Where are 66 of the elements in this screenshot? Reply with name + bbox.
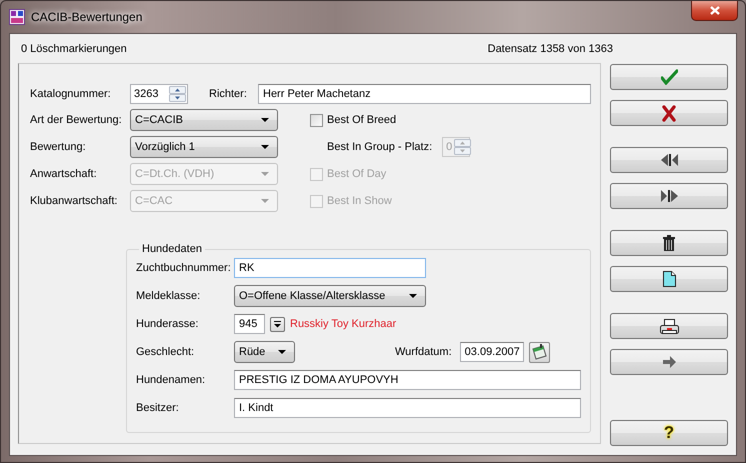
text-field[interactable]: Herr Peter Machetanz: [258, 84, 591, 104]
field-label: Zuchtbuchnummer:: [136, 262, 232, 274]
field-label: Hundenamen:: [136, 374, 206, 386]
field-label: Bewertung:: [30, 141, 87, 153]
caret-icon: [278, 350, 286, 354]
checkbox-label: Best Of Breed: [327, 114, 396, 126]
number-spinner[interactable]: 3263: [130, 84, 188, 104]
window-title: CACIB-Bewertungen: [31, 10, 142, 24]
printer-icon: [660, 318, 678, 334]
cross-icon: [661, 104, 677, 122]
caret-icon: [261, 145, 269, 149]
field-label: Richter:: [209, 88, 248, 100]
last-button[interactable]: [610, 183, 728, 209]
text-field[interactable]: PRESTIG IZ DOMA AYUPOVYH: [234, 370, 581, 390]
status-text: 0 Löschmarkierungen: [21, 42, 127, 54]
record-counter: Datensatz 1358 von 1363: [488, 42, 613, 54]
new-button[interactable]: [610, 266, 728, 292]
close-button[interactable]: [691, 1, 738, 21]
app-icon: [9, 9, 25, 25]
dropdown[interactable]: C=CACIB: [130, 109, 278, 131]
dropdown[interactable]: O=Offene Klasse/Altersklasse: [234, 285, 426, 307]
calendar-icon: [531, 344, 548, 360]
document-icon: [662, 271, 676, 287]
group-title: Hundedaten: [141, 243, 203, 255]
exit-button[interactable]: [610, 349, 728, 375]
caret-icon: [274, 320, 281, 328]
breed-name: Russkiy Toy Kurzhaar: [290, 318, 396, 330]
check-icon: [660, 69, 678, 85]
spin-arrows-icon: [169, 86, 186, 102]
caret-icon: [261, 199, 269, 203]
calendar-button[interactable]: [528, 342, 550, 362]
first-record-icon: [660, 153, 678, 167]
trash-icon: [662, 235, 676, 251]
save-button[interactable]: [610, 64, 728, 90]
delete-button[interactable]: [610, 230, 728, 256]
spin-arrows-icon: [454, 139, 472, 155]
checkbox-label: Best In Show: [327, 195, 392, 207]
close-icon: [710, 6, 720, 15]
caret-icon: [409, 294, 417, 298]
caret-icon: [261, 118, 269, 122]
field-label: Geschlecht:: [136, 346, 196, 358]
text-field[interactable]: 945: [234, 314, 265, 334]
text-field[interactable]: I. Kindt: [234, 398, 581, 418]
first-button[interactable]: [610, 147, 728, 173]
field-label: Katalognummer:: [30, 88, 112, 100]
field-label: Art der Bewertung:: [30, 114, 123, 126]
dropdown[interactable]: Rüde: [234, 341, 295, 363]
dropdown-button[interactable]: [270, 316, 285, 332]
help-button[interactable]: ?: [610, 420, 728, 446]
field-label: Hunderasse:: [136, 318, 200, 330]
field-label: Best In Group - Platz:: [327, 141, 432, 153]
field-label: Klubanwartschaft:: [30, 195, 118, 207]
checkbox[interactable]: [310, 114, 323, 126]
field-label: Besitzer:: [136, 402, 180, 414]
caret-icon: [261, 172, 269, 176]
field-label: Anwartschaft:: [30, 168, 98, 180]
last-record-icon: [660, 189, 678, 203]
field-label: Meldeklasse:: [136, 290, 202, 302]
checkbox-label: Best Of Day: [327, 168, 386, 180]
field-label: Wurfdatum:: [395, 346, 452, 358]
text-field[interactable]: RK: [234, 258, 426, 278]
dropdown[interactable]: Vorzüglich 1: [130, 136, 278, 158]
date-field[interactable]: 03.09.2007: [460, 342, 524, 362]
print-button[interactable]: [610, 313, 728, 339]
arrow-right-icon: [662, 356, 676, 368]
cancel-button[interactable]: [610, 100, 728, 126]
